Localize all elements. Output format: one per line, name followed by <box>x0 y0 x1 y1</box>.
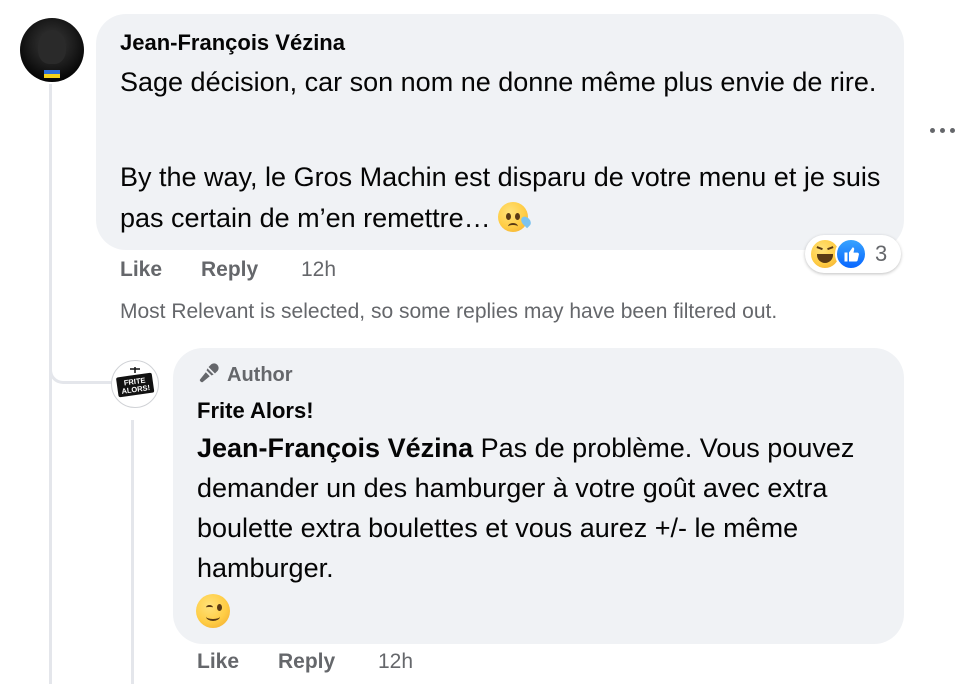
reply-text: Jean-François Vézina Pas de problème. Vo… <box>197 433 855 583</box>
like-button[interactable]: Like <box>120 258 162 282</box>
thread-line <box>49 84 52 684</box>
reply-like-button[interactable]: Like <box>197 650 239 674</box>
mention-link[interactable]: Jean-François Vézina <box>197 433 473 463</box>
avatar-face <box>38 30 66 64</box>
reply-timestamp[interactable]: 12h <box>378 650 413 674</box>
comment-author[interactable]: Jean-François Vézina <box>120 30 345 56</box>
comment-text-paragraph-1: Sage décision, car son nom ne donne même… <box>120 67 877 97</box>
page-avatar[interactable]: FRITE ALORS! <box>111 360 159 408</box>
comment-text-paragraph-2: By the way, le Gros Machin est disparu d… <box>120 162 881 233</box>
more-options-icon[interactable] <box>928 118 958 142</box>
frite-alors-logo: FRITE ALORS! <box>116 367 155 398</box>
avatar[interactable] <box>20 18 84 82</box>
reply-reply-button[interactable]: Reply <box>278 650 335 674</box>
reactions-summary[interactable]: 3 <box>805 235 901 273</box>
winking-face-emoji-icon <box>196 594 230 628</box>
reply-thread-line <box>131 420 134 684</box>
author-badge: Author <box>197 362 293 387</box>
reply-button[interactable]: Reply <box>201 258 258 282</box>
comment-timestamp[interactable]: 12h <box>301 258 336 282</box>
reply-author[interactable]: Frite Alors! <box>197 398 314 424</box>
microphone-icon <box>199 363 219 383</box>
reply-connector <box>49 336 111 384</box>
sad-face-emoji-icon <box>498 202 533 232</box>
filter-notice: Most Relevant is selected, so some repli… <box>120 300 778 323</box>
reaction-count: 3 <box>875 241 888 266</box>
like-reaction-icon <box>835 238 867 270</box>
